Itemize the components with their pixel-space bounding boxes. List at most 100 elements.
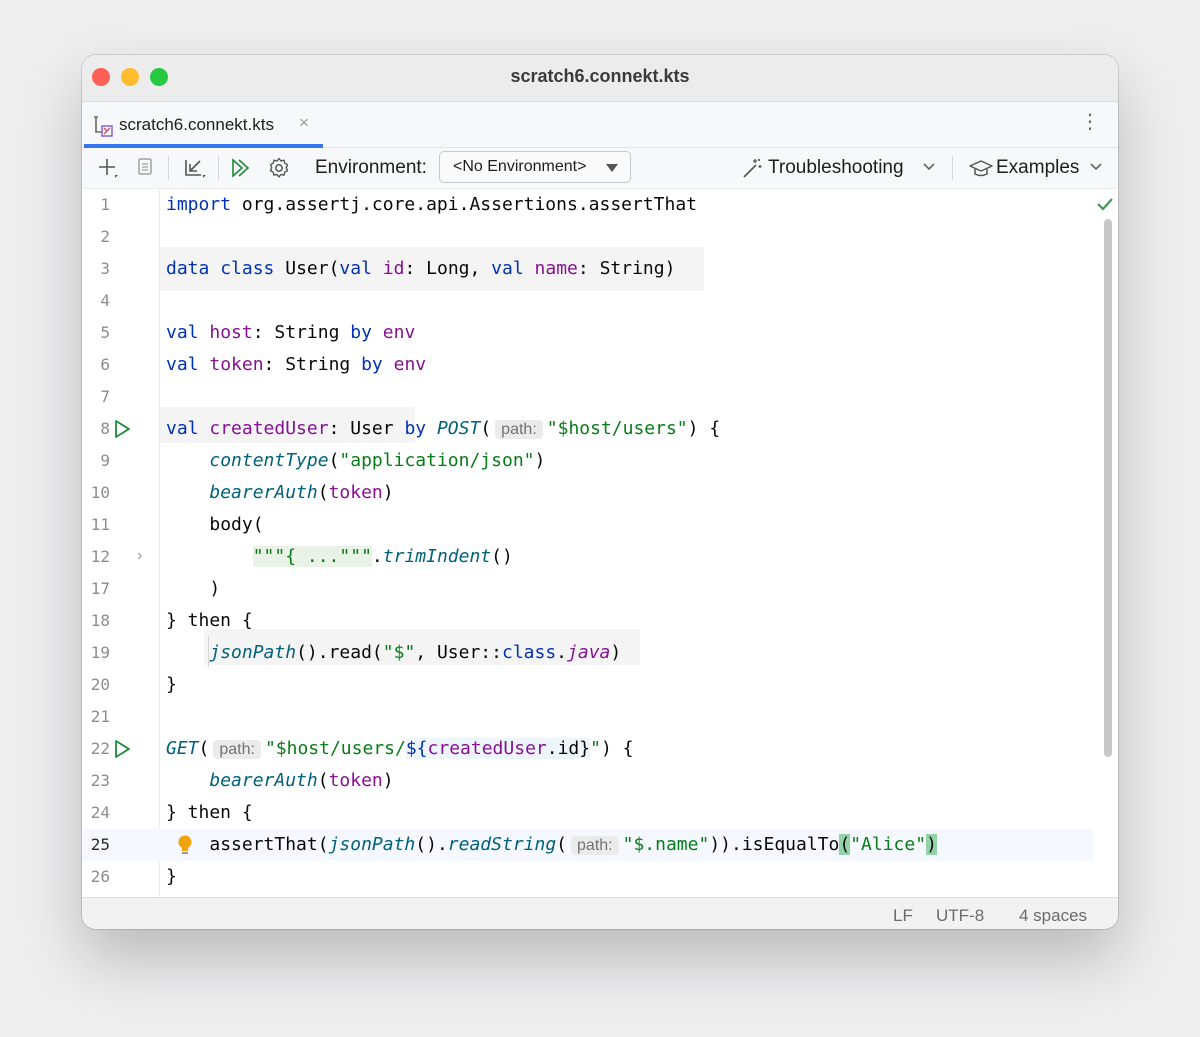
code-line: 17 ) — [82, 573, 1094, 605]
copy-icon[interactable] — [134, 156, 156, 185]
tab-label: scratch6.connekt.kts — [119, 115, 274, 134]
code-text: jsonPath().read("$", User::class.java) — [209, 642, 622, 663]
http-toolbar: Environment: <No Environment> Troublesho… — [82, 148, 1118, 189]
line-number: 7 — [100, 387, 110, 406]
code-line: 9 contentType("application/json") — [82, 445, 1094, 477]
troubleshooting-dropdown[interactable]: Troubleshooting — [768, 157, 904, 179]
code-line: 18 } then { — [82, 605, 1094, 637]
line-number: 12 — [90, 547, 110, 566]
kotlin-script-file-icon — [90, 114, 114, 143]
code-text: val host: String by env — [166, 322, 416, 343]
line-number: 24 — [90, 803, 110, 822]
code-line: 26 } — [82, 861, 1094, 893]
vertical-scrollbar[interactable] — [1104, 219, 1112, 757]
line-number: 6 — [100, 355, 110, 374]
line-number: 9 — [100, 451, 110, 470]
code-text: assertThat(jsonPath().readString(path: "$… — [209, 834, 937, 855]
matched-paren: ( — [839, 834, 851, 855]
environment-select-value: <No Environment> — [453, 158, 587, 175]
code-line: 1 import org.assertj.core.api.Assertions… — [82, 189, 1094, 221]
run-all-icon[interactable] — [229, 156, 253, 185]
import-icon[interactable] — [182, 156, 208, 185]
code-text: GET(path: "$host/users/${createdUser.id}"… — [166, 738, 634, 759]
code-text: import org.assertj.core.api.Assertions.a… — [166, 194, 698, 215]
code-editor[interactable]: 1 import org.assertj.core.api.Assertions… — [82, 189, 1118, 897]
line-number: 21 — [90, 707, 110, 726]
line-number: 22 — [90, 739, 110, 758]
code-line: 8 val createdUser: User by POST(path: "$h… — [82, 413, 1094, 445]
caret-down-icon — [606, 164, 618, 172]
line-number: 26 — [90, 867, 110, 886]
inlay-hint: path: — [571, 836, 619, 855]
code-line: 21 — [82, 701, 1094, 733]
code-line: 23 bearerAuth(token) — [82, 765, 1094, 797]
tab-scratch-file[interactable]: scratch6.connekt.kts × — [82, 102, 323, 148]
settings-gear-icon[interactable] — [267, 156, 291, 185]
code-text: ) — [209, 578, 221, 599]
code-text: body( — [209, 514, 264, 535]
line-number: 1 — [100, 195, 110, 214]
code-line: 19 jsonPath().read("$", User::class.java… — [82, 637, 1094, 669]
code-line: 22 GET(path: "$host/users/${createdUser.i… — [82, 733, 1094, 765]
code-text: } — [166, 674, 177, 695]
line-number: 2 — [100, 227, 110, 246]
code-text: """{ ...""".trimIndent() — [252, 546, 513, 567]
line-number: 5 — [100, 323, 110, 342]
toolbar-separator — [218, 156, 219, 180]
inlay-hint: path: — [495, 420, 543, 439]
ide-window: scratch6.connekt.kts scratch6.connekt.kt… — [82, 55, 1118, 929]
graduation-cap-icon — [968, 157, 994, 186]
code-text: } then { — [166, 802, 253, 823]
line-separator-widget[interactable]: LF — [893, 906, 913, 926]
fold-chevron-right-icon[interactable]: › — [137, 547, 142, 565]
no-problems-check-icon[interactable] — [1095, 194, 1115, 219]
chevron-down-icon[interactable] — [922, 160, 936, 179]
magic-wand-icon — [740, 157, 764, 186]
title-bar: scratch6.connekt.kts — [82, 55, 1118, 102]
line-number: 19 — [90, 643, 110, 662]
code-text: val token: String by env — [166, 354, 427, 375]
code-line: 2 — [82, 221, 1094, 253]
code-line: 7 — [82, 381, 1094, 413]
code-line: 24 } then { — [82, 797, 1094, 829]
line-number: 18 — [90, 611, 110, 630]
current-code-line: 25 assertThat(jsonPath().readString(path… — [82, 829, 1094, 861]
run-request-icon[interactable] — [112, 739, 132, 764]
more-options-icon[interactable]: ⋮ — [1080, 112, 1100, 132]
code-text: bearerAuth(token) — [209, 770, 394, 791]
code-text: bearerAuth(token) — [209, 482, 394, 503]
toolbar-separator — [168, 156, 169, 180]
matched-paren: ) — [926, 834, 937, 855]
code-line: 5 val host: String by env — [82, 317, 1094, 349]
code-line: 20 } — [82, 669, 1094, 701]
code-text: data class User(val id: Long, val name: … — [166, 258, 676, 279]
status-bar: LF UTF-8 4 spaces — [82, 897, 1118, 929]
run-request-icon[interactable] — [112, 419, 132, 444]
toolbar-separator — [952, 156, 953, 180]
code-line: 3 data class User(val id: Long, val name… — [82, 253, 1094, 285]
window-title: scratch6.connekt.kts — [510, 66, 690, 86]
code-text: } then { — [166, 610, 253, 631]
line-number: 4 — [100, 291, 110, 310]
code-text: } — [166, 866, 177, 887]
line-number: 11 — [90, 515, 110, 534]
line-number: 3 — [100, 259, 110, 278]
code-line: 11 body( — [82, 509, 1094, 541]
examples-dropdown[interactable]: Examples — [996, 157, 1079, 179]
encoding-widget[interactable]: UTF-8 — [936, 906, 984, 926]
editor-tab-bar: scratch6.connekt.kts × ⋮ — [82, 102, 1118, 148]
add-request-icon[interactable] — [96, 156, 120, 185]
indent-widget[interactable]: 4 spaces — [1019, 906, 1087, 926]
chevron-down-icon[interactable] — [1089, 160, 1103, 179]
tab-close-icon[interactable]: × — [299, 113, 309, 133]
code-line: 12 › """{ ...""".trimIndent() — [82, 541, 1094, 573]
environment-label: Environment: — [315, 157, 427, 178]
code-line: 10 bearerAuth(token) — [82, 477, 1094, 509]
line-number: 25 — [90, 835, 110, 854]
code-text: contentType("application/json") — [209, 450, 546, 471]
environment-select[interactable]: <No Environment> — [439, 151, 631, 183]
code-line: 4 — [82, 285, 1094, 317]
line-number: 10 — [90, 483, 110, 502]
line-number: 8 — [100, 419, 110, 438]
folded-region[interactable]: """{ ...""" — [252, 546, 372, 567]
